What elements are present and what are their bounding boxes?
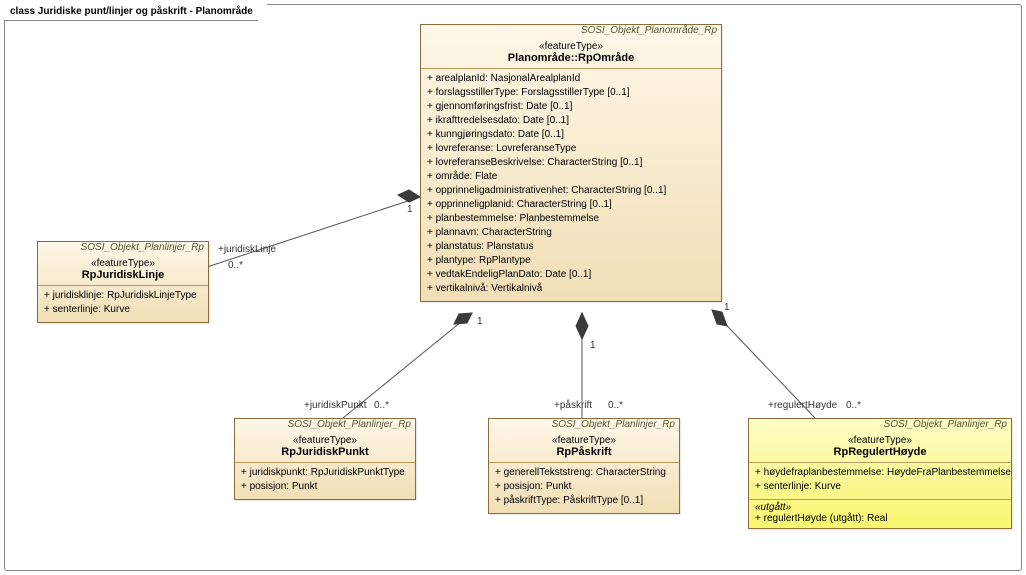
pkg-label: SOSI_Objekt_Planlinjer_Rp (235, 419, 415, 432)
class-name: RpJuridiskLinje (44, 269, 202, 281)
class-rpregulerthoyde: SOSI_Objekt_Planlinjer_Rp «featureType» … (748, 418, 1012, 529)
class-rpjuridiskpunkt: SOSI_Objekt_Planlinjer_Rp «featureType» … (234, 418, 416, 500)
mult-parent-jl: 1 (407, 204, 413, 215)
class-name: Planområde::RpOmråde (427, 52, 715, 64)
utgatt-section: «utgått» + regulertHøyde (utgått): Real (749, 499, 1011, 528)
stereotype: «featureType» (495, 435, 673, 446)
mult-juridiskpunkt: 0..* (374, 400, 389, 411)
stereotype: «featureType» (44, 258, 202, 269)
attrs: + juridisklinje: RpJuridiskLinjeType + s… (38, 286, 208, 322)
role-paskrift: +påskrift (554, 400, 592, 411)
class-planomrade: SOSI_Objekt_Planområde_Rp «featureType» … (420, 24, 722, 302)
mult-parent-pa: 1 (590, 340, 596, 351)
mult-parent-rh: 1 (724, 302, 730, 313)
role-regulerthoyde: +regulertHøyde (768, 400, 837, 411)
attrs: + høydefraplanbestemmelse: HøydeFraPlanb… (749, 463, 1011, 499)
stereotype: «featureType» (755, 435, 1005, 446)
pkg-label: SOSI_Objekt_Planlinjer_Rp (749, 419, 1011, 432)
class-rpjuridisklinje: SOSI_Objekt_Planlinjer_Rp «featureType» … (37, 241, 209, 323)
pkg-label: SOSI_Objekt_Planlinjer_Rp (38, 242, 208, 255)
uml-canvas: class Juridiske punt/linjer og påskrift … (0, 0, 1026, 575)
class-rppaskrift: SOSI_Objekt_Planlinjer_Rp «featureType» … (488, 418, 680, 514)
class-header: «featureType» RpJuridiskLinje (38, 255, 208, 286)
stereotype: «featureType» (241, 435, 409, 446)
class-header: «featureType» RpJuridiskPunkt (235, 432, 415, 463)
class-header: «featureType» RpRegulertHøyde (749, 432, 1011, 463)
class-name: RpRegulertHøyde (755, 446, 1005, 458)
class-name: RpPåskrift (495, 446, 673, 458)
attrs: + juridiskpunkt: RpJuridiskPunktType + p… (235, 463, 415, 499)
class-header: «featureType» Planområde::RpOmråde (421, 38, 721, 69)
mult-regulerthoyde: 0..* (846, 400, 861, 411)
attrs: + arealplanId: NasjonalArealplanId + for… (421, 69, 721, 301)
mult-juridisklinje: 0..* (228, 260, 243, 271)
class-name: RpJuridiskPunkt (241, 446, 409, 458)
mult-parent-jp: 1 (477, 316, 483, 327)
role-juridisklinje: +juridiskLinje (218, 244, 276, 255)
class-header: «featureType» RpPåskrift (489, 432, 679, 463)
stereotype: «featureType» (427, 41, 715, 52)
role-juridiskpunkt: +juridiskPunkt (304, 400, 367, 411)
mult-paskrift: 0..* (608, 400, 623, 411)
attrs: + generellTekststreng: CharacterString +… (489, 463, 679, 513)
diagram-title: class Juridiske punt/linjer og påskrift … (4, 4, 268, 21)
pkg-label: SOSI_Objekt_Planlinjer_Rp (489, 419, 679, 432)
pkg-label: SOSI_Objekt_Planområde_Rp (421, 25, 721, 38)
